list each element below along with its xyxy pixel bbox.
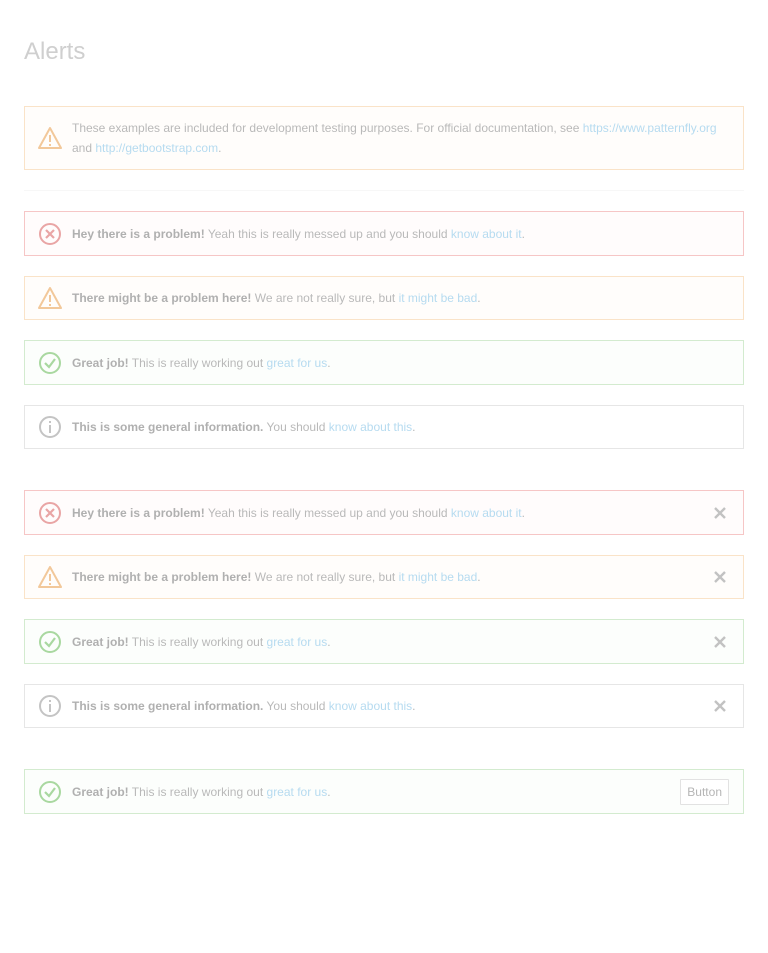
action-success-alert: Great job! This is really working out gr…	[24, 769, 744, 814]
dismissable-info-alert: This is some general information. You sh…	[24, 684, 744, 728]
alert-strong: Great job!	[72, 355, 129, 370]
alert-text: Yeah this is really messed up and you sh…	[204, 505, 451, 520]
error-circle-icon	[38, 222, 62, 246]
alert-strong: This is some general information.	[72, 420, 264, 434]
alert-message: Hey there is a problem! Yeah this is rea…	[72, 224, 729, 244]
page-title: Alerts	[24, 38, 86, 65]
alert-period: .	[477, 291, 481, 305]
success-alert: Great job! This is really working out gr…	[24, 340, 744, 385]
alert-message: Great job! This is really working out gr…	[72, 782, 680, 802]
alert-strong: This is some general information.	[72, 699, 264, 713]
alert-period: .	[477, 570, 481, 584]
intro-period: .	[218, 141, 222, 155]
alert-text: Yeah this is really messed up and you sh…	[204, 226, 451, 241]
alert-text: You should	[263, 699, 329, 713]
alert-text: We are not really sure, but	[251, 570, 399, 584]
alert-link[interactable]: know about this	[329, 420, 412, 434]
close-icon[interactable]	[711, 697, 729, 715]
alert-text: This is really working out	[128, 784, 267, 799]
warning-triangle-icon	[38, 286, 62, 310]
alert-link[interactable]: know about it	[451, 227, 522, 241]
alert-message: This is some general information. You sh…	[72, 696, 711, 716]
alert-strong: There might be a problem here!	[72, 291, 252, 305]
alert-message: This is some general information. You sh…	[72, 417, 729, 437]
warning-triangle-icon	[38, 565, 62, 589]
intro-alert: These examples are included for developm…	[24, 106, 744, 170]
warning-triangle-icon	[38, 126, 62, 150]
ok-circle-icon	[38, 351, 62, 375]
ok-circle-icon	[38, 630, 62, 654]
info-circle-icon	[38, 694, 62, 718]
warning-alert: There might be a problem here! We are no…	[24, 276, 744, 320]
alert-text: You should	[263, 420, 329, 434]
alert-link[interactable]: it might be bad	[399, 570, 478, 584]
alert-strong: Hey there is a problem!	[72, 226, 205, 241]
alerts-page: Alerts These examples are included for d…	[0, 0, 768, 953]
divider	[24, 190, 744, 191]
intro-and-text: and	[72, 141, 96, 155]
alert-strong: Hey there is a problem!	[72, 505, 205, 520]
dismissable-warning-alert: There might be a problem here! We are no…	[24, 555, 744, 599]
info-circle-icon	[38, 415, 62, 439]
alert-link[interactable]: know about it	[451, 506, 522, 520]
alert-link[interactable]: great for us	[267, 356, 328, 370]
alert-period: .	[327, 355, 331, 370]
alert-period: .	[327, 784, 331, 799]
alert-link[interactable]: great for us	[267, 785, 328, 799]
alert-text: We are not really sure, but	[251, 291, 399, 305]
patternfly-link[interactable]: https://www.patternfly.org	[583, 121, 717, 135]
alert-action-button[interactable]: Button	[680, 778, 729, 805]
info-alert: This is some general information. You sh…	[24, 405, 744, 449]
intro-text: These examples are included for developm…	[72, 121, 583, 135]
ok-circle-icon	[38, 780, 62, 804]
intro-message: These examples are included for developm…	[72, 118, 729, 158]
alert-period: .	[327, 634, 331, 649]
alert-text: This is really working out	[128, 355, 267, 370]
alert-message: There might be a problem here! We are no…	[72, 288, 729, 308]
alert-text: This is really working out	[128, 634, 267, 649]
alert-message: Hey there is a problem! Yeah this is rea…	[72, 503, 711, 523]
alert-message: Great job! This is really working out gr…	[72, 632, 711, 652]
alert-period: .	[412, 420, 416, 434]
close-icon[interactable]	[711, 633, 729, 651]
bootstrap-link[interactable]: http://getbootstrap.com	[95, 141, 218, 155]
dismissable-success-alert: Great job! This is really working out gr…	[24, 619, 744, 664]
alert-period: .	[521, 505, 525, 520]
alert-link[interactable]: know about this	[329, 699, 412, 713]
error-circle-icon	[38, 501, 62, 525]
alert-message: Great job! This is really working out gr…	[72, 353, 729, 373]
alert-period: .	[412, 699, 416, 713]
alert-message: There might be a problem here! We are no…	[72, 567, 711, 587]
alert-link[interactable]: it might be bad	[399, 291, 478, 305]
alert-strong: There might be a problem here!	[72, 570, 252, 584]
alert-strong: Great job!	[72, 634, 129, 649]
alert-strong: Great job!	[72, 784, 129, 799]
dismissable-danger-alert: Hey there is a problem! Yeah this is rea…	[24, 490, 744, 535]
danger-alert: Hey there is a problem! Yeah this is rea…	[24, 211, 744, 256]
alert-link[interactable]: great for us	[267, 635, 328, 649]
close-icon[interactable]	[711, 504, 729, 522]
close-icon[interactable]	[711, 568, 729, 586]
alert-period: .	[521, 226, 525, 241]
